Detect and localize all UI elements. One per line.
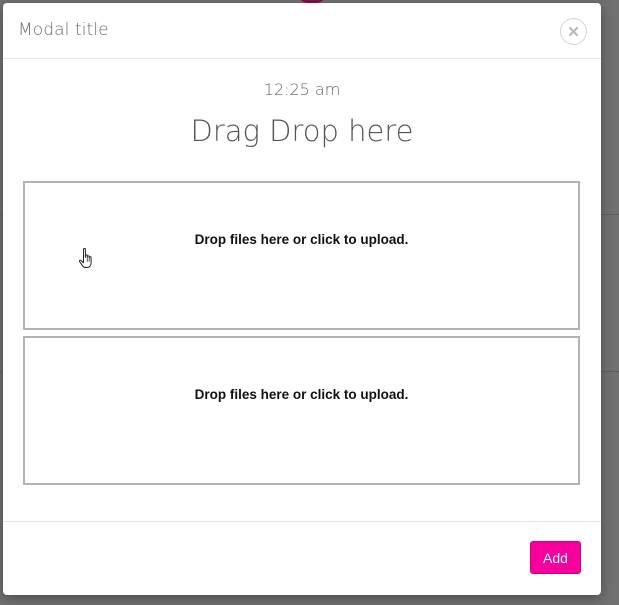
modal-footer: Add <box>3 521 601 595</box>
dropzone-message: Drop files here or click to upload. <box>194 387 409 402</box>
add-button[interactable]: Add <box>530 541 581 574</box>
dropzone-upload-2[interactable]: Drop files here or click to upload. <box>23 336 580 485</box>
close-button[interactable] <box>560 18 587 45</box>
modal-body: 12:25 am Drag Drop here Drop files here … <box>3 59 601 521</box>
upload-modal: Modal title 12:25 am Drag Drop here Drop… <box>3 3 601 595</box>
modal-header: Modal title <box>3 3 601 59</box>
dropzone-message: Drop files here or click to upload. <box>194 232 409 247</box>
hand-pointer-icon <box>78 248 92 268</box>
current-time: 12:25 am <box>263 80 341 99</box>
modal-title: Modal title <box>18 20 109 40</box>
close-icon <box>568 26 579 37</box>
drag-drop-heading: Drag Drop here <box>190 114 414 148</box>
dropzone-upload-1[interactable]: Drop files here or click to upload. <box>23 181 580 330</box>
